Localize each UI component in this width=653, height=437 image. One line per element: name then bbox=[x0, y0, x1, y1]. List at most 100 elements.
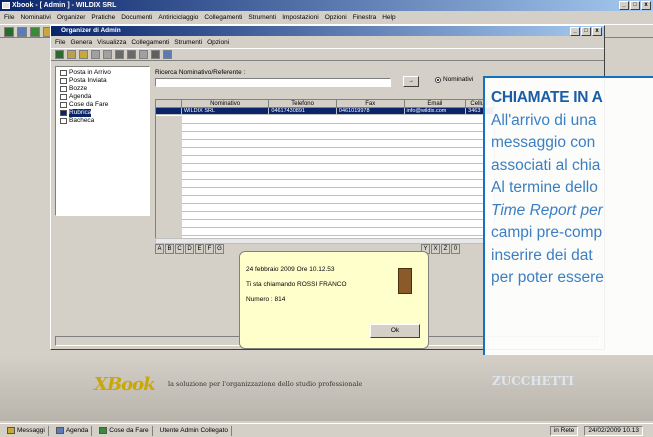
folder-tree: Posta in Arrivo Posta Inviata Bozze Agen… bbox=[55, 66, 150, 216]
app-icon bbox=[2, 2, 10, 9]
menu-nominativi[interactable]: Nominativi bbox=[20, 12, 50, 23]
org-menu-opzioni[interactable]: Opzioni bbox=[207, 38, 229, 48]
org-menu-file[interactable]: File bbox=[55, 38, 65, 48]
alpha-f[interactable]: F bbox=[205, 244, 214, 254]
col-nominativo[interactable]: Nominativo bbox=[182, 100, 270, 107]
row-selector-bar bbox=[156, 116, 182, 238]
folder-icon[interactable] bbox=[79, 50, 88, 59]
alpha-b[interactable]: B bbox=[165, 244, 174, 254]
menu-opzioni[interactable]: Opzioni bbox=[325, 12, 347, 23]
menu-finestra[interactable]: Finestra bbox=[353, 12, 376, 23]
caller-name: Ti sta chiamando ROSSI FRANCO bbox=[246, 281, 347, 288]
pratiche-icon[interactable] bbox=[30, 27, 40, 37]
menu-documenti[interactable]: Documenti bbox=[121, 12, 152, 23]
callout-line: campi pre-comp bbox=[491, 224, 603, 241]
organizer-maximize-button[interactable]: □ bbox=[581, 27, 591, 36]
org-menu-strumenti[interactable]: Strumenti bbox=[174, 38, 202, 48]
app-title: Xbook - [ Admin ] - WILDIX SRL bbox=[12, 2, 117, 9]
menu-help[interactable]: Help bbox=[382, 12, 395, 23]
radio-nominativi[interactable]: Nominativi bbox=[435, 76, 473, 83]
alpha-e[interactable]: E bbox=[195, 244, 204, 254]
org-menu-collegamenti[interactable]: Collegamenti bbox=[131, 38, 169, 48]
app-title-bar: Xbook - [ Admin ] - WILDIX SRL _ □ x bbox=[0, 0, 653, 11]
tree-item-bacheca[interactable]: Bacheca bbox=[60, 117, 145, 125]
calendar-icon bbox=[60, 94, 67, 100]
slogan: la soluzione per l'organizzazione dello … bbox=[168, 380, 363, 388]
col-email[interactable]: Email bbox=[405, 100, 467, 107]
minimize-button[interactable]: _ bbox=[619, 1, 629, 10]
tree-item-rubrica[interactable]: Rubrica bbox=[60, 109, 145, 117]
new-contact-icon[interactable] bbox=[55, 50, 64, 59]
grid-empty-rows bbox=[156, 116, 494, 238]
status-right: in Rete 24/02/2009 10.13 bbox=[549, 426, 643, 436]
callout-panel: CHIAMATE IN A All'arrivo di una messaggi… bbox=[483, 76, 653, 355]
status-bar: Messaggi Agenda Cose da Fare Utente Admi… bbox=[0, 423, 653, 437]
alpha-c[interactable]: C bbox=[175, 244, 184, 254]
door-icon bbox=[398, 268, 412, 294]
view-icon[interactable] bbox=[91, 50, 100, 59]
organizer-title-bar: Organizer di Admin _ □ x bbox=[51, 26, 604, 36]
network-status: in Rete bbox=[549, 426, 579, 436]
alpha-x[interactable]: X bbox=[431, 244, 440, 254]
status-messaggi[interactable]: Messaggi bbox=[4, 425, 49, 436]
incoming-call-popup: 24 febbraio 2009 Ore 10.12.53 Ti sta chi… bbox=[239, 251, 429, 349]
menu-impostazioni[interactable]: Impostazioni bbox=[282, 12, 319, 23]
alphabet-filter-left: A B C D E F G bbox=[155, 244, 224, 254]
radio-dot bbox=[435, 76, 441, 83]
check-icon[interactable] bbox=[163, 50, 172, 59]
menu-pratiche[interactable]: Pratiche bbox=[91, 12, 115, 23]
menu-file[interactable]: File bbox=[4, 12, 14, 23]
status-user: Utente Admin Collegato bbox=[157, 425, 232, 436]
menu-strumenti[interactable]: Strumenti bbox=[248, 12, 276, 23]
open-icon[interactable] bbox=[67, 50, 76, 59]
organizer-minimize-button[interactable]: _ bbox=[570, 27, 580, 36]
tree-item-cose-da-fare[interactable]: Cose da Fare bbox=[60, 101, 145, 109]
org-menu-visualizza[interactable]: Visualizza bbox=[97, 38, 126, 48]
tree-item-agenda[interactable]: Agenda bbox=[60, 93, 145, 101]
organizer-icon[interactable] bbox=[17, 27, 27, 37]
alpha-a[interactable]: A bbox=[155, 244, 164, 254]
calendar-icon bbox=[55, 427, 64, 434]
address-book-icon bbox=[60, 110, 67, 116]
print-icon[interactable] bbox=[139, 50, 148, 59]
table-row[interactable]: WILDIX SRL 04617430891 0461019978 info@w… bbox=[156, 108, 494, 115]
status-agenda[interactable]: Agenda bbox=[53, 425, 93, 436]
menu-organizer[interactable]: Organizer bbox=[57, 12, 86, 23]
main-menu-bar: File Nominativi Organizer Pratiche Docum… bbox=[0, 12, 653, 23]
todo-icon bbox=[99, 427, 108, 434]
org-menu-genera[interactable]: Genera bbox=[70, 38, 92, 48]
callout-line: inserire dei dat bbox=[491, 246, 593, 264]
tree-item-posta-inviata[interactable]: Posta Inviata bbox=[60, 77, 145, 85]
maximize-button[interactable]: □ bbox=[630, 1, 640, 10]
organizer-close-button[interactable]: x bbox=[592, 27, 602, 36]
inbox-icon bbox=[60, 70, 67, 76]
alpha-0[interactable]: 0 bbox=[451, 244, 460, 254]
tree-item-posta-arrivo[interactable]: Posta in Arrivo bbox=[60, 69, 145, 77]
zucchetti-logo: ZUCCHETTI bbox=[492, 374, 574, 388]
close-button[interactable]: x bbox=[641, 1, 651, 10]
alpha-g[interactable]: G bbox=[215, 244, 224, 254]
list-icon[interactable] bbox=[103, 50, 112, 59]
delete-icon[interactable] bbox=[151, 50, 160, 59]
search-button[interactable]: → bbox=[403, 76, 419, 87]
col-icons[interactable] bbox=[156, 100, 182, 107]
search-input[interactable] bbox=[155, 78, 391, 87]
tree-item-bozze[interactable]: Bozze bbox=[60, 85, 145, 93]
alpha-d[interactable]: D bbox=[185, 244, 194, 254]
col-telefono[interactable]: Telefono bbox=[269, 100, 337, 107]
envelope-icon bbox=[7, 427, 15, 434]
menu-antiriciclaggio[interactable]: Antiriciclaggio bbox=[158, 12, 198, 23]
alpha-z[interactable]: Z bbox=[441, 244, 450, 254]
ok-button[interactable]: Ok bbox=[370, 324, 420, 338]
status-datetime: 24/02/2009 10.13 bbox=[584, 426, 643, 436]
nominativi-icon[interactable] bbox=[4, 27, 14, 37]
callout-line: Al termine dello bbox=[491, 179, 598, 196]
call-datetime: 24 febbraio 2009 Ore 10.12.53 bbox=[246, 266, 335, 273]
col-fax[interactable]: Fax bbox=[337, 100, 405, 107]
status-cose-da-fare[interactable]: Cose da Fare bbox=[96, 425, 153, 436]
forward-icon[interactable] bbox=[127, 50, 136, 59]
menu-collegamenti[interactable]: Collegamenti bbox=[204, 12, 242, 23]
callout-heading: CHIAMATE IN A bbox=[491, 89, 603, 106]
organizer-window-controls: _ □ x bbox=[570, 27, 602, 36]
back-icon[interactable] bbox=[115, 50, 124, 59]
